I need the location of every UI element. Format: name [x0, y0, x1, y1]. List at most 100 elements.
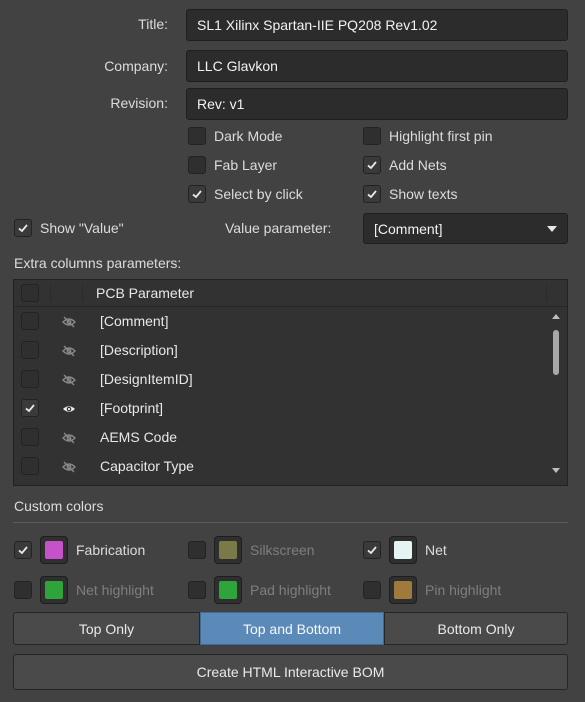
select-by-click-checkbox[interactable] — [188, 185, 206, 203]
checkmark-icon — [367, 546, 377, 555]
row-checkbox[interactable] — [21, 312, 39, 330]
title-input[interactable]: SL1 Xilinx Spartan-IIE PQ208 Rev1.02 — [186, 9, 568, 41]
scroll-up-icon[interactable] — [552, 314, 560, 319]
row-checkbox[interactable] — [21, 457, 39, 475]
scrollbar-thumb[interactable] — [553, 330, 559, 375]
add-nets-label: Add Nets — [389, 157, 447, 173]
fabrication-color-option[interactable]: Fabrication — [14, 536, 145, 564]
table-header: PCB Parameter — [14, 280, 567, 307]
pin-highlight-checkbox[interactable] — [363, 581, 381, 599]
revision-label: Revision: — [110, 95, 168, 111]
row-checkbox[interactable] — [21, 370, 39, 388]
add-nets-checkbox[interactable] — [363, 156, 381, 174]
net-color — [394, 541, 412, 559]
fab-layer-checkbox[interactable] — [188, 156, 206, 174]
select-all-checkbox[interactable] — [21, 284, 39, 302]
table-scrollbar[interactable] — [549, 310, 563, 480]
top-and-bottom-button[interactable]: Top and Bottom — [200, 612, 384, 645]
value-parameter-label: Value parameter: — [225, 220, 332, 236]
net-highlight-checkbox[interactable] — [14, 581, 32, 599]
row-parameter-name: AEMS Code — [100, 429, 178, 445]
eye-visible-icon[interactable] — [62, 402, 76, 416]
silkscreen-color-swatch[interactable] — [214, 536, 242, 564]
show-texts-checkbox[interactable] — [363, 185, 381, 203]
table-row[interactable]: [Description] — [14, 336, 567, 365]
value-parameter-selected: [Comment] — [374, 220, 443, 237]
scroll-down-icon[interactable] — [552, 468, 560, 473]
table-row[interactable]: Capacitor Type — [14, 452, 567, 481]
row-parameter-name: [Comment] — [100, 313, 169, 329]
fab-layer-option[interactable]: Fab Layer — [188, 156, 277, 174]
pad-highlight-label: Pad highlight — [250, 582, 331, 598]
table-row[interactable]: [Comment] — [14, 307, 567, 336]
net-color-swatch[interactable] — [389, 536, 417, 564]
highlight-first-pin-checkbox[interactable] — [363, 127, 381, 145]
show-texts-label: Show texts — [389, 186, 458, 202]
checkmark-icon — [192, 190, 202, 199]
eye-hidden-icon[interactable] — [62, 431, 76, 445]
dark-mode-checkbox[interactable] — [188, 127, 206, 145]
row-checkbox[interactable] — [21, 428, 39, 446]
company-label: Company: — [104, 58, 168, 74]
pin-highlight-color-option[interactable]: Pin highlight — [363, 576, 501, 604]
custom-colors-label: Custom colors — [14, 498, 104, 514]
add-nets-option[interactable]: Add Nets — [363, 156, 447, 174]
fabrication-checkbox[interactable] — [14, 541, 32, 559]
eye-hidden-icon[interactable] — [62, 315, 76, 329]
show-value-label: Show "Value" — [40, 220, 124, 236]
header-divider — [546, 285, 547, 301]
company-input[interactable]: LLC Glavkon — [186, 50, 568, 82]
checkmark-icon — [367, 161, 377, 170]
pad-highlight-checkbox[interactable] — [188, 581, 206, 599]
silkscreen-label: Silkscreen — [250, 542, 315, 558]
table-row[interactable]: [Footprint] — [14, 394, 567, 423]
pin-highlight-label: Pin highlight — [425, 582, 502, 598]
row-checkbox[interactable] — [21, 399, 39, 417]
pad-highlight-color — [219, 581, 237, 599]
highlight-first-pin-option[interactable]: Highlight first pin — [363, 127, 493, 145]
net-label: Net — [425, 542, 447, 558]
header-divider — [50, 285, 51, 301]
dark-mode-option[interactable]: Dark Mode — [188, 127, 282, 145]
net-color-option[interactable]: Net — [363, 536, 447, 564]
silkscreen-color — [219, 541, 237, 559]
pad-highlight-color-option[interactable]: Pad highlight — [188, 576, 331, 604]
net-highlight-color-option[interactable]: Net highlight — [14, 576, 154, 604]
silkscreen-color-option[interactable]: Silkscreen — [188, 536, 315, 564]
eye-hidden-icon[interactable] — [62, 373, 76, 387]
create-bom-button[interactable]: Create HTML Interactive BOM — [13, 654, 568, 690]
row-parameter-name: Capacitor Type — [100, 458, 194, 474]
dark-mode-label: Dark Mode — [214, 128, 283, 144]
show-value-option[interactable]: Show "Value" — [14, 219, 124, 237]
table-row[interactable]: AEMS Code — [14, 423, 567, 452]
row-checkbox[interactable] — [21, 341, 39, 359]
show-texts-option[interactable]: Show texts — [363, 185, 457, 203]
silkscreen-checkbox[interactable] — [188, 541, 206, 559]
net-highlight-color-swatch[interactable] — [40, 576, 68, 604]
net-checkbox[interactable] — [363, 541, 381, 559]
select-by-click-label: Select by click — [214, 186, 303, 202]
custom-colors-divider — [13, 522, 568, 523]
eye-hidden-icon[interactable] — [62, 344, 76, 358]
eye-hidden-icon[interactable] — [62, 460, 76, 474]
checkmark-icon — [25, 404, 35, 413]
title-label: Title: — [138, 16, 168, 32]
highlight-first-pin-label: Highlight first pin — [389, 128, 493, 144]
row-parameter-name: [Description] — [100, 342, 178, 358]
select-by-click-option[interactable]: Select by click — [188, 185, 303, 203]
bottom-only-button[interactable]: Bottom Only — [384, 612, 568, 645]
value-parameter-select[interactable]: [Comment] — [363, 213, 568, 244]
row-parameter-name: [Footprint] — [100, 400, 164, 416]
revision-input[interactable]: Rev: v1 — [186, 88, 568, 120]
net-highlight-label: Net highlight — [76, 582, 154, 598]
fabrication-color-swatch[interactable] — [40, 536, 68, 564]
table-row[interactable]: [DesignItemID] — [14, 365, 567, 394]
top-only-button[interactable]: Top Only — [13, 612, 200, 645]
checkmark-icon — [367, 190, 377, 199]
pin-highlight-color-swatch[interactable] — [389, 576, 417, 604]
pad-highlight-color-swatch[interactable] — [214, 576, 242, 604]
checkmark-icon — [18, 546, 28, 555]
fabrication-color — [45, 541, 63, 559]
show-value-checkbox[interactable] — [14, 219, 32, 237]
pcb-parameter-header[interactable]: PCB Parameter — [96, 285, 194, 301]
